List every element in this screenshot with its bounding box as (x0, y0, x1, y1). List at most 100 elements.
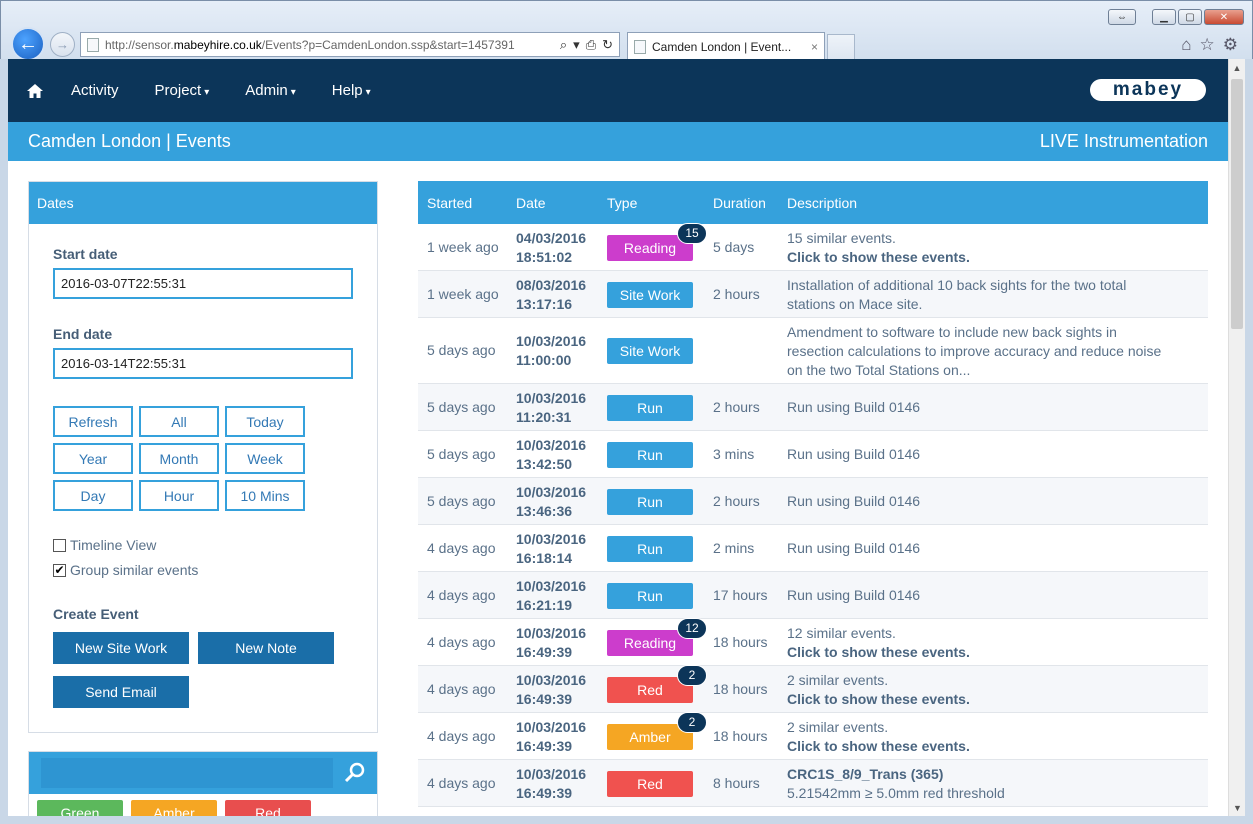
timeline-view-box[interactable] (53, 538, 66, 552)
maximize-button[interactable]: ▢ (1178, 9, 1202, 25)
event-type-badge[interactable]: Run (607, 394, 693, 421)
search-input[interactable] (41, 758, 333, 788)
event-type-badge[interactable]: Site Work (607, 281, 693, 308)
started-cell: 4 days ago (427, 774, 496, 791)
event-type-badge[interactable]: Red (607, 770, 693, 797)
vertical-scrollbar[interactable]: ▲ ▼ (1228, 59, 1245, 816)
search-icon[interactable] (343, 761, 367, 785)
range-button-refresh[interactable]: Refresh (53, 406, 133, 437)
range-button-10-mins[interactable]: 10 Mins (225, 480, 305, 511)
table-row[interactable]: 1 week ago 08/03/2016 13:17:16 Site Work 2 h… (418, 271, 1208, 318)
range-button-all[interactable]: All (139, 406, 219, 437)
nav-item-project[interactable]: Project ▾ (155, 82, 210, 99)
event-type-badge[interactable]: Run (607, 535, 693, 562)
table-row[interactable]: 5 days ago 10/03/2016 13:46:36 Run 2 hours Ru… (418, 478, 1208, 525)
end-date-field[interactable]: 2016-03-14T22:55:31 (53, 348, 353, 379)
show-events-link[interactable]: Click to show these events. (787, 737, 1197, 756)
scroll-up-arrow[interactable]: ▲ (1229, 59, 1245, 76)
new-site-work-button[interactable]: New Site Work (53, 632, 189, 664)
header-started[interactable]: Started (427, 195, 472, 211)
table-row[interactable]: 1 week ago 04/03/2016 18:51:02 Reading 15 5 d… (418, 222, 1208, 271)
table-row[interactable]: 4 days ago 10/03/2016 16:21:19 Run 17 hours R… (418, 572, 1208, 619)
settings-gear-icon[interactable]: ⚙ (1223, 35, 1238, 55)
table-row[interactable]: 5 days ago 10/03/2016 11:00:00 Site Work Ame… (418, 318, 1208, 384)
home-icon[interactable] (26, 83, 44, 99)
table-body: 1 week ago 04/03/2016 18:51:02 Reading 15 5 d… (418, 222, 1208, 807)
mabey-logo[interactable]: mabey (1090, 79, 1206, 101)
search-icon[interactable]: ⌕ (560, 37, 567, 53)
event-type-badge[interactable]: Run (607, 582, 693, 609)
header-type[interactable]: Type (607, 195, 637, 211)
close-window-button[interactable]: ✕ (1204, 9, 1244, 25)
similar-count-badge: 15 (677, 222, 707, 244)
header-description[interactable]: Description (787, 195, 857, 211)
minimize-button[interactable]: ▁ (1152, 9, 1176, 25)
table-row[interactable]: 5 days ago 10/03/2016 11:20:31 Run 2 hours Ru… (418, 384, 1208, 431)
date-cell: 10/03/2016 11:20:31 (516, 389, 586, 427)
show-events-link[interactable]: Click to show these events. (787, 643, 1197, 662)
browser-tab[interactable]: Camden London | Event... × (627, 32, 825, 60)
new-tab-button[interactable] (827, 34, 855, 60)
table-row[interactable]: 4 days ago 10/03/2016 16:49:39 Reading 12 18 … (418, 617, 1208, 666)
dropdown-icon[interactable]: ▾ (573, 37, 580, 53)
favorites-star-icon[interactable]: ☆ (1200, 35, 1215, 55)
refresh-icon[interactable]: ↻ (602, 37, 613, 53)
chevron-down-icon: ▾ (204, 87, 210, 98)
range-button-week[interactable]: Week (225, 443, 305, 474)
range-button-month[interactable]: Month (139, 443, 219, 474)
back-button[interactable]: ← (11, 27, 45, 61)
time-text: 16:21:19 (516, 596, 573, 613)
timeline-view-label: Timeline View (70, 537, 157, 553)
table-row[interactable]: 4 days ago 10/03/2016 16:49:39 Red 2 18 hours… (418, 664, 1208, 713)
event-type-badge[interactable]: Site Work (607, 338, 693, 364)
url-text: http://sensor.mabeyhire.co.uk/Events?p=C… (105, 37, 515, 52)
duration-cell: 5 days (713, 238, 755, 255)
nav-item-activity[interactable]: Activity (71, 82, 119, 99)
filter-button-green[interactable]: Green (37, 800, 123, 816)
table-row[interactable]: 4 days ago 10/03/2016 16:49:39 Amber 2 18 hou… (418, 711, 1208, 760)
show-events-link[interactable]: Click to show these events. (787, 690, 1197, 709)
show-events-link[interactable]: Click to show these events. (787, 248, 1197, 267)
duration-cell: 3 mins (713, 445, 755, 462)
duration-cell: 18 hours (713, 680, 768, 697)
header-date[interactable]: Date (516, 195, 546, 211)
range-button-hour[interactable]: Hour (139, 480, 219, 511)
header-duration[interactable]: Duration (713, 195, 766, 211)
range-button-today[interactable]: Today (225, 406, 305, 437)
group-similar-box[interactable]: ✔ (53, 563, 66, 577)
address-bar[interactable]: http://sensor.mabeyhire.co.uk/Events?p=C… (80, 32, 620, 57)
description-cell: 2 similar events. Click to show these eve… (787, 718, 1197, 756)
range-button-year[interactable]: Year (53, 443, 133, 474)
event-type-badge[interactable]: Run (607, 441, 693, 468)
started-cell: 4 days ago (427, 680, 496, 697)
start-date-field[interactable]: 2016-03-07T22:55:31 (53, 268, 353, 299)
nav-item-help[interactable]: Help ▾ (332, 82, 371, 99)
date-cell: 10/03/2016 16:49:39 (516, 671, 586, 709)
range-button-day[interactable]: Day (53, 480, 133, 511)
scroll-down-arrow[interactable]: ▼ (1229, 799, 1246, 816)
page-icon (87, 37, 99, 52)
home-browser-icon[interactable]: ⌂ (1181, 35, 1191, 55)
sync-icon[interactable]: ⇔ (1108, 9, 1136, 25)
table-row[interactable]: 5 days ago 10/03/2016 13:42:50 Run 3 mins Run… (418, 431, 1208, 478)
table-row[interactable]: 4 days ago 10/03/2016 16:18:14 Run 2 mins Run… (418, 525, 1208, 572)
scroll-thumb[interactable] (1231, 79, 1243, 329)
send-email-button[interactable]: Send Email (53, 676, 189, 708)
page-title: Camden London | Events (28, 131, 231, 151)
time-text: 13:42:50 (516, 455, 573, 472)
page-title-bar: Camden London | Events LIVE Instrumentat… (8, 122, 1228, 161)
table-row[interactable]: 4 days ago 10/03/2016 16:49:39 Red 8 hours CR… (418, 760, 1208, 807)
compat-icon[interactable]: ⎙ (586, 37, 596, 53)
filter-button-amber[interactable]: Amber (131, 800, 217, 816)
browser-chrome: ⇔ ▁ ▢ ✕ ← → http://sensor.mabeyhire.co.u… (0, 0, 1253, 61)
tab-close-icon[interactable]: × (811, 40, 818, 54)
group-similar-checkbox[interactable]: ✔ Group similar events (53, 562, 198, 578)
filter-button-red[interactable]: Red (225, 800, 311, 816)
new-note-button[interactable]: New Note (198, 632, 334, 664)
event-type-badge[interactable]: Run (607, 488, 693, 515)
nav-item-admin[interactable]: Admin ▾ (245, 82, 296, 99)
similar-count-badge: 2 (677, 664, 707, 686)
duration-cell: 2 mins (713, 539, 755, 556)
forward-button[interactable]: → (50, 32, 75, 57)
timeline-view-checkbox[interactable]: Timeline View (53, 537, 156, 553)
